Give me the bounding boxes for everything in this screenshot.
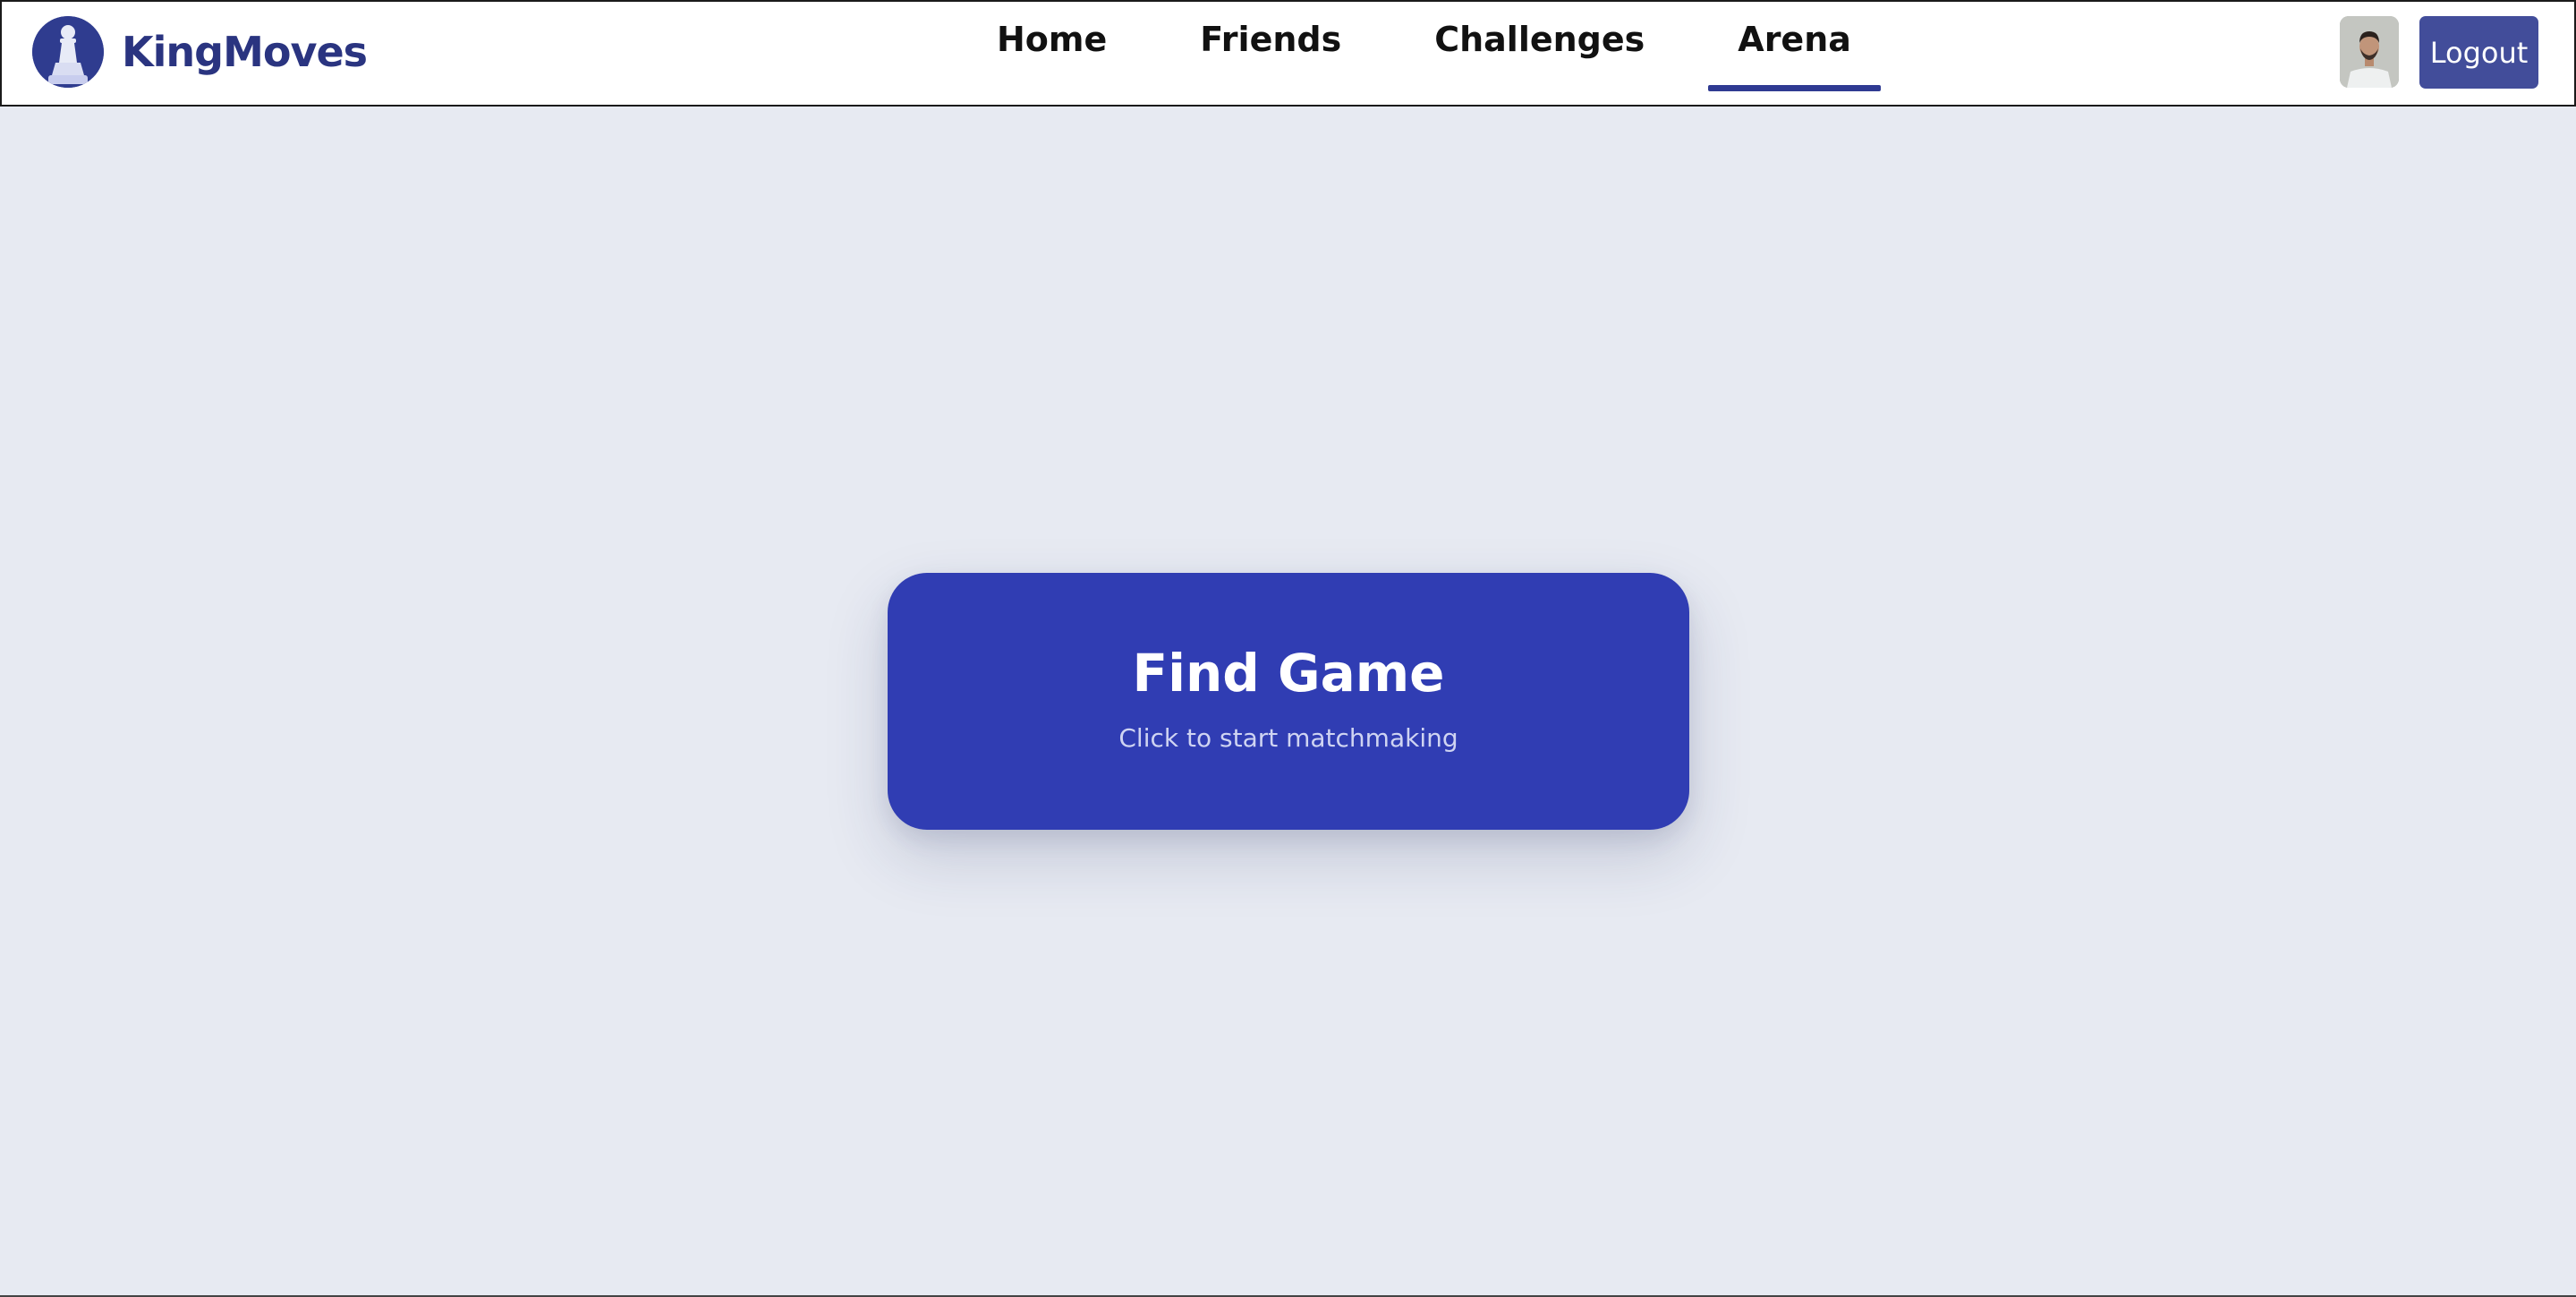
nav-link-label: Arena — [1738, 20, 1851, 59]
nav-link-label: Friends — [1200, 20, 1342, 59]
nav-link-arena[interactable]: Arena — [1708, 2, 1881, 91]
nav-link-home[interactable]: Home — [967, 2, 1136, 91]
nav-link-label: Challenges — [1434, 20, 1645, 59]
chess-pawn-icon — [32, 16, 104, 88]
find-game-button[interactable]: Find Game Click to start matchmaking — [888, 573, 1689, 830]
page: KingMoves Home Friends Challenges Arena — [0, 0, 2576, 1297]
brand-name: KingMoves — [122, 28, 368, 76]
user-avatar[interactable] — [2340, 16, 2399, 88]
brand-home-link[interactable]: KingMoves — [32, 16, 368, 88]
top-navbar: KingMoves Home Friends Challenges Arena — [0, 0, 2576, 107]
find-game-subtitle: Click to start matchmaking — [1118, 723, 1458, 753]
logout-button[interactable]: Logout — [2419, 16, 2538, 89]
nav-link-friends[interactable]: Friends — [1170, 2, 1371, 91]
find-game-title: Find Game — [1132, 643, 1445, 704]
nav-link-challenges[interactable]: Challenges — [1405, 2, 1674, 91]
main-nav: Home Friends Challenges Arena — [950, 2, 1898, 105]
nav-link-label: Home — [997, 20, 1108, 59]
